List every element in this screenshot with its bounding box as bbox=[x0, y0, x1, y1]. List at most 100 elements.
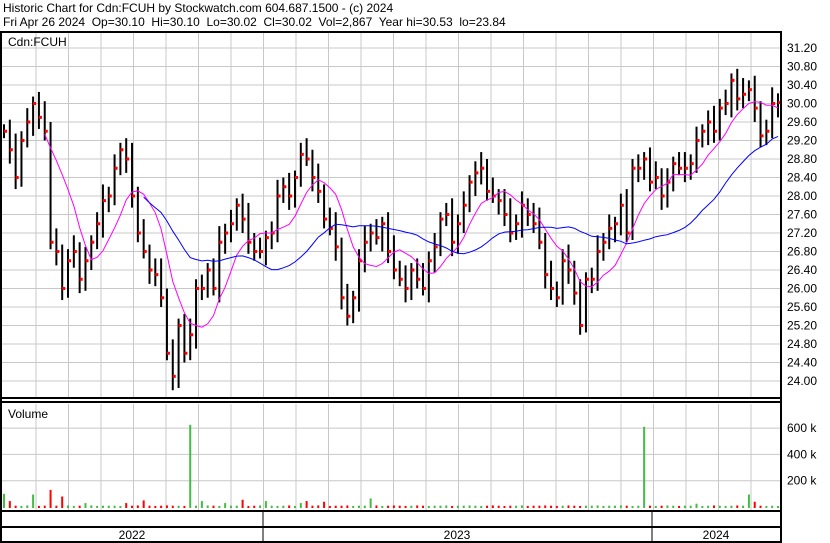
volume-bar bbox=[427, 505, 430, 508]
close-tick bbox=[673, 162, 677, 166]
volume-bar bbox=[625, 505, 628, 508]
volume-bar bbox=[224, 503, 227, 508]
volume-bar bbox=[299, 503, 302, 508]
close-tick bbox=[609, 226, 613, 230]
volume-bar bbox=[131, 505, 134, 508]
close-tick bbox=[690, 162, 694, 166]
close-tick bbox=[300, 152, 304, 156]
price-tick-label: 26.00 bbox=[787, 282, 817, 296]
close-tick bbox=[452, 240, 456, 244]
close-tick bbox=[219, 240, 223, 244]
volume-bar bbox=[590, 505, 593, 508]
price-tick-label: 28.40 bbox=[787, 171, 817, 185]
close-tick bbox=[184, 351, 188, 355]
volume-bar bbox=[561, 505, 564, 508]
volume-bar bbox=[643, 426, 646, 508]
price-tick-label: 31.20 bbox=[787, 41, 817, 55]
volume-bar bbox=[480, 505, 483, 508]
close-tick bbox=[463, 203, 467, 207]
volume-bar bbox=[730, 505, 733, 508]
volume-bar bbox=[229, 505, 232, 508]
close-tick bbox=[260, 250, 264, 253]
close-tick bbox=[399, 277, 403, 281]
close-tick bbox=[50, 240, 54, 244]
close-tick bbox=[248, 240, 252, 244]
volume-bar bbox=[526, 505, 529, 508]
close-tick bbox=[294, 176, 298, 179]
close-tick bbox=[696, 139, 700, 142]
volume-bar bbox=[456, 505, 459, 508]
volume-bar bbox=[666, 505, 669, 508]
volume-bar bbox=[736, 505, 739, 508]
close-tick bbox=[126, 157, 130, 161]
close-tick bbox=[766, 129, 770, 133]
volume-bar bbox=[78, 505, 81, 508]
close-tick bbox=[405, 287, 409, 290]
grid bbox=[2, 33, 781, 510]
volume-bar bbox=[288, 505, 291, 508]
volume-bar bbox=[451, 505, 454, 508]
close-tick bbox=[289, 194, 293, 198]
close-tick bbox=[137, 231, 141, 235]
close-tick bbox=[772, 102, 776, 105]
close-tick bbox=[236, 203, 240, 207]
price-tick-label: 30.80 bbox=[787, 60, 817, 74]
volume-bar bbox=[422, 505, 425, 508]
volume-bar bbox=[160, 505, 163, 508]
close-tick bbox=[102, 199, 106, 203]
close-tick bbox=[702, 129, 706, 133]
close-tick bbox=[679, 166, 683, 170]
volume-bar bbox=[538, 505, 541, 508]
close-tick bbox=[114, 166, 118, 170]
close-tick bbox=[626, 231, 630, 235]
volume-bar bbox=[323, 501, 326, 508]
volume-bar bbox=[468, 505, 471, 508]
volume-bar bbox=[328, 505, 331, 508]
close-tick bbox=[283, 185, 287, 189]
close-tick bbox=[428, 259, 432, 263]
volume-bar bbox=[96, 505, 99, 508]
volume-bar bbox=[334, 505, 337, 508]
volume-bar bbox=[712, 505, 715, 508]
volume-bar bbox=[3, 493, 5, 508]
volume-bar bbox=[305, 501, 308, 508]
close-tick bbox=[754, 106, 758, 110]
volume-bar bbox=[584, 505, 587, 508]
volume-bar bbox=[375, 505, 378, 508]
price-tick-label: 30.40 bbox=[787, 78, 817, 92]
volume-bar bbox=[765, 505, 768, 508]
close-tick bbox=[4, 129, 7, 133]
price-tick-label: 25.20 bbox=[787, 319, 817, 333]
volume-bar bbox=[119, 505, 122, 508]
volume-bar bbox=[241, 499, 244, 508]
price-tick-label: 25.60 bbox=[787, 300, 817, 314]
close-tick bbox=[149, 268, 153, 272]
close-tick bbox=[364, 240, 368, 244]
volume-bar bbox=[550, 505, 553, 508]
volume-bar bbox=[742, 505, 745, 508]
volume-bar bbox=[445, 505, 448, 508]
volume-bar bbox=[8, 501, 11, 508]
price-tick-label: 29.60 bbox=[787, 115, 817, 129]
volume-bar bbox=[497, 505, 500, 508]
volume-bar bbox=[654, 505, 657, 508]
close-tick bbox=[440, 217, 444, 221]
volume-bar bbox=[253, 505, 256, 508]
volume-bar bbox=[555, 505, 558, 508]
volume-bar bbox=[90, 505, 93, 508]
volume-bar bbox=[346, 505, 349, 508]
close-tick bbox=[661, 194, 665, 198]
price-tick-label: 30.00 bbox=[787, 97, 817, 111]
volume-bar bbox=[724, 505, 727, 508]
close-tick bbox=[562, 259, 566, 263]
volume-bar bbox=[695, 503, 698, 508]
volume-bar bbox=[648, 505, 651, 508]
volume-bar bbox=[718, 505, 721, 508]
volume-bar bbox=[707, 505, 710, 508]
close-tick bbox=[254, 250, 258, 253]
volume-bar bbox=[747, 494, 750, 508]
close-tick bbox=[516, 222, 520, 226]
close-tick bbox=[632, 166, 636, 170]
close-tick bbox=[475, 171, 479, 175]
volume-bar bbox=[544, 505, 547, 508]
